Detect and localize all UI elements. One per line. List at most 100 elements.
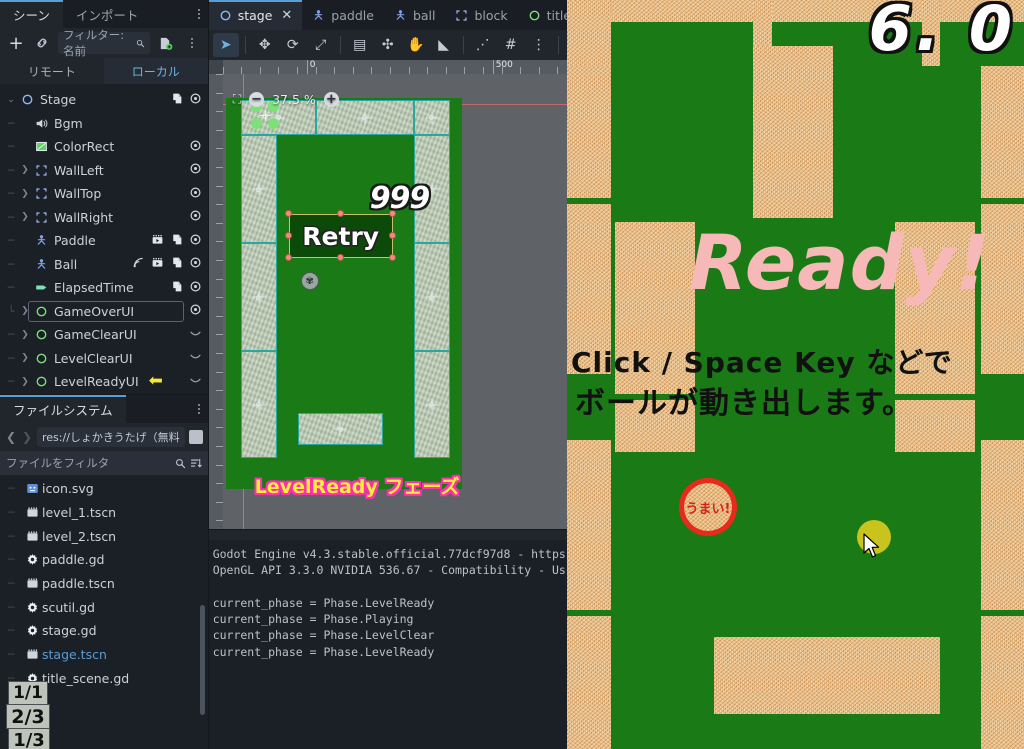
scene-tree-item-colorrect[interactable]: ─ ColorRect xyxy=(0,135,208,159)
visibility-eye-icon[interactable] xyxy=(189,303,202,319)
sort-icon[interactable] xyxy=(190,457,202,469)
filesystem-scrollbar[interactable] xyxy=(199,605,205,715)
filesystem-item-icon-svg[interactable]: ─ icon.svg xyxy=(0,477,208,501)
pivot-tool-icon[interactable]: ✣ xyxy=(375,33,401,57)
rotate-tool-icon[interactable]: ⟳ xyxy=(280,33,306,57)
scene-tree-item-walltop[interactable]: ─ ❯ WallTop xyxy=(0,182,208,206)
selection-handle[interactable] xyxy=(284,254,292,261)
filesystem-item-level-2-tscn[interactable]: ─ level_2.tscn xyxy=(0,524,208,548)
move-tool-icon[interactable]: ✥ xyxy=(252,33,278,57)
filesystem-tab[interactable]: ファイルシステム xyxy=(0,395,126,423)
scale-tool-icon[interactable]: ⤢ xyxy=(308,33,334,57)
scene-tab-paddle[interactable]: paddle xyxy=(302,0,384,30)
scene-tree-item-levelclearui[interactable]: ─ ❯ LevelClearUI xyxy=(0,347,208,371)
tree-expand-arrow[interactable]: ⌄ xyxy=(4,95,18,105)
scene-tree-item-elapsedtime[interactable]: ─ ElapsedTime xyxy=(0,276,208,300)
scene-filter-input[interactable]: フィルター: 名前 xyxy=(58,28,150,58)
tree-expand-arrow[interactable]: ❯ xyxy=(18,377,32,387)
scene-tree[interactable]: ⌄ Stage ─ Bgm ─ ColorRect ─ ❯ WallLeft ─ ❯ WallTop ─… xyxy=(0,84,208,394)
remote-tab[interactable]: リモート xyxy=(0,58,104,84)
filesystem-item-paddle-tscn[interactable]: ─ paddle.tscn xyxy=(0,572,208,596)
select-tool-icon[interactable]: ➤ xyxy=(212,33,239,57)
dock-tab-scene[interactable]: シーン xyxy=(0,0,63,28)
zoom-in-button[interactable]: + xyxy=(323,92,339,107)
chevron-left-icon[interactable]: ❮ xyxy=(5,430,17,444)
filesystem-item-stage-tscn[interactable]: ─ stage.tscn xyxy=(0,643,208,667)
selection-handle[interactable] xyxy=(284,210,292,217)
visibility-eye-icon[interactable] xyxy=(189,256,202,272)
scene-tree-item-levelreadyui[interactable]: ─ ❯ LevelReadyUI ⬅ xyxy=(0,370,208,394)
2d-viewport[interactable]: 999 Retry ⛶ − 37.5 % + LevelReady フェーズ ✾ xyxy=(222,74,595,529)
instantiate-child-scene-icon[interactable] xyxy=(156,33,176,53)
close-icon[interactable]: ✕ xyxy=(281,8,292,23)
attached-script-icon[interactable] xyxy=(170,256,183,272)
scene-tree-item-ball[interactable]: ─ Ball xyxy=(0,253,208,277)
animation-player-icon[interactable] xyxy=(151,256,164,272)
animation-player-icon[interactable] xyxy=(151,233,164,249)
visibility-eye-icon[interactable] xyxy=(189,280,202,296)
selection-handle[interactable] xyxy=(388,232,396,239)
attached-script-icon[interactable] xyxy=(170,280,183,296)
scene-tree-item-paddle[interactable]: ─ Paddle xyxy=(0,229,208,253)
snap-options-icon[interactable]: ⋮ xyxy=(526,33,552,57)
scene-tree-item-wallleft[interactable]: ─ ❯ WallLeft xyxy=(0,159,208,183)
snap-mode-icon[interactable]: ⋰ xyxy=(470,33,496,57)
visibility-hidden-icon[interactable] xyxy=(189,327,202,343)
scene-tab-block[interactable]: block xyxy=(445,0,517,30)
visibility-eye-icon[interactable] xyxy=(189,162,202,178)
scene-tree-item-stage[interactable]: ⌄ Stage xyxy=(0,88,208,112)
tree-expand-arrow[interactable]: ❯ xyxy=(18,353,32,363)
filesystem-path-input[interactable]: res://しょかきうたげ（無料 xyxy=(37,427,185,447)
selection-handle[interactable] xyxy=(284,232,292,239)
scene-tab-ball[interactable]: ball xyxy=(384,0,446,30)
scene-dock-menu-icon[interactable] xyxy=(190,0,208,28)
dock-tab-import[interactable]: インポート xyxy=(63,0,152,28)
local-tab[interactable]: ローカル xyxy=(103,58,208,84)
canvas-item-toolbar[interactable]: ➤✥⟳⤢▤✣✋◣⋰#⋮🔒 xyxy=(208,30,595,60)
visibility-hidden-icon[interactable] xyxy=(189,350,202,366)
filesystem-item-level-1-tscn[interactable]: ─ level_1.tscn xyxy=(0,501,208,525)
visibility-eye-icon[interactable] xyxy=(189,186,202,202)
node-gear-badge[interactable]: ✾ xyxy=(300,272,319,290)
output-log[interactable]: Godot Engine v4.3.stable.official.77dcf9… xyxy=(209,540,595,749)
running-game-window[interactable]: 6. 0 Ready! Click / Space Key などで ボールが動き… xyxy=(567,0,1024,749)
attached-script-icon[interactable] xyxy=(170,233,183,249)
add-node-icon[interactable]: + xyxy=(6,33,26,54)
filesystem-item-stage-gd[interactable]: ─ stage.gd xyxy=(0,619,208,643)
visibility-eye-icon[interactable] xyxy=(189,233,202,249)
tree-expand-arrow[interactable]: ❯ xyxy=(18,330,32,340)
selection-handle[interactable] xyxy=(336,254,344,261)
link-icon[interactable] xyxy=(32,33,52,53)
scene-tree-options-icon[interactable] xyxy=(182,33,202,53)
filesystem-item-scutil-gd[interactable]: ─ scutil.gd xyxy=(0,595,208,619)
visibility-eye-icon[interactable] xyxy=(189,139,202,155)
retry-button-preview[interactable]: Retry xyxy=(288,214,393,258)
scene-tree-item-bgm[interactable]: ─ Bgm xyxy=(0,112,208,136)
selection-handle[interactable] xyxy=(336,210,344,217)
tree-expand-arrow[interactable]: ❯ xyxy=(18,189,32,199)
pan-tool-icon[interactable]: ✋ xyxy=(403,33,429,57)
zoom-level-label[interactable]: 37.5 % xyxy=(272,92,316,107)
scene-tab-stage[interactable]: stage ✕ xyxy=(208,0,303,30)
filesystem-file-list[interactable]: ─ icon.svg ─ level_1.tscn ─ level_2.tscn ─ padd… xyxy=(0,475,208,749)
filesystem-menu-icon[interactable] xyxy=(190,395,208,423)
scene-tree-item-gameclearui[interactable]: ─ ❯ GameClearUI xyxy=(0,323,208,347)
signal-connection-icon[interactable] xyxy=(132,256,145,272)
attached-script-icon[interactable] xyxy=(170,92,183,108)
scene-tree-item-gameoverui[interactable]: └ ❯ GameOverUI xyxy=(0,300,208,324)
grid-snap-icon[interactable]: # xyxy=(498,33,524,57)
scene-tab-bar[interactable]: stage ✕ paddle ball block title_s xyxy=(208,0,595,30)
tree-expand-arrow[interactable]: ❯ xyxy=(18,212,32,222)
ruler-tool-icon[interactable]: ◣ xyxy=(431,33,457,57)
filesystem-item-paddle-gd[interactable]: ─ paddle.gd xyxy=(0,548,208,572)
zoom-controls[interactable]: ⛶ − 37.5 % + xyxy=(233,92,339,107)
toggle-split-mode-button[interactable] xyxy=(188,430,203,444)
scene-tree-item-wallright[interactable]: ─ ❯ WallRight xyxy=(0,206,208,230)
anchor-icon[interactable]: ⛶ xyxy=(233,92,241,107)
visibility-eye-icon[interactable] xyxy=(189,209,202,225)
game-paddle[interactable] xyxy=(714,637,940,714)
filesystem-filter-input[interactable]: ファイルをフィルタ xyxy=(0,451,208,475)
chevron-right-icon[interactable]: ❯ xyxy=(21,430,33,444)
tree-expand-arrow[interactable]: ❯ xyxy=(18,165,32,175)
tree-expand-arrow[interactable]: ❯ xyxy=(18,306,32,316)
